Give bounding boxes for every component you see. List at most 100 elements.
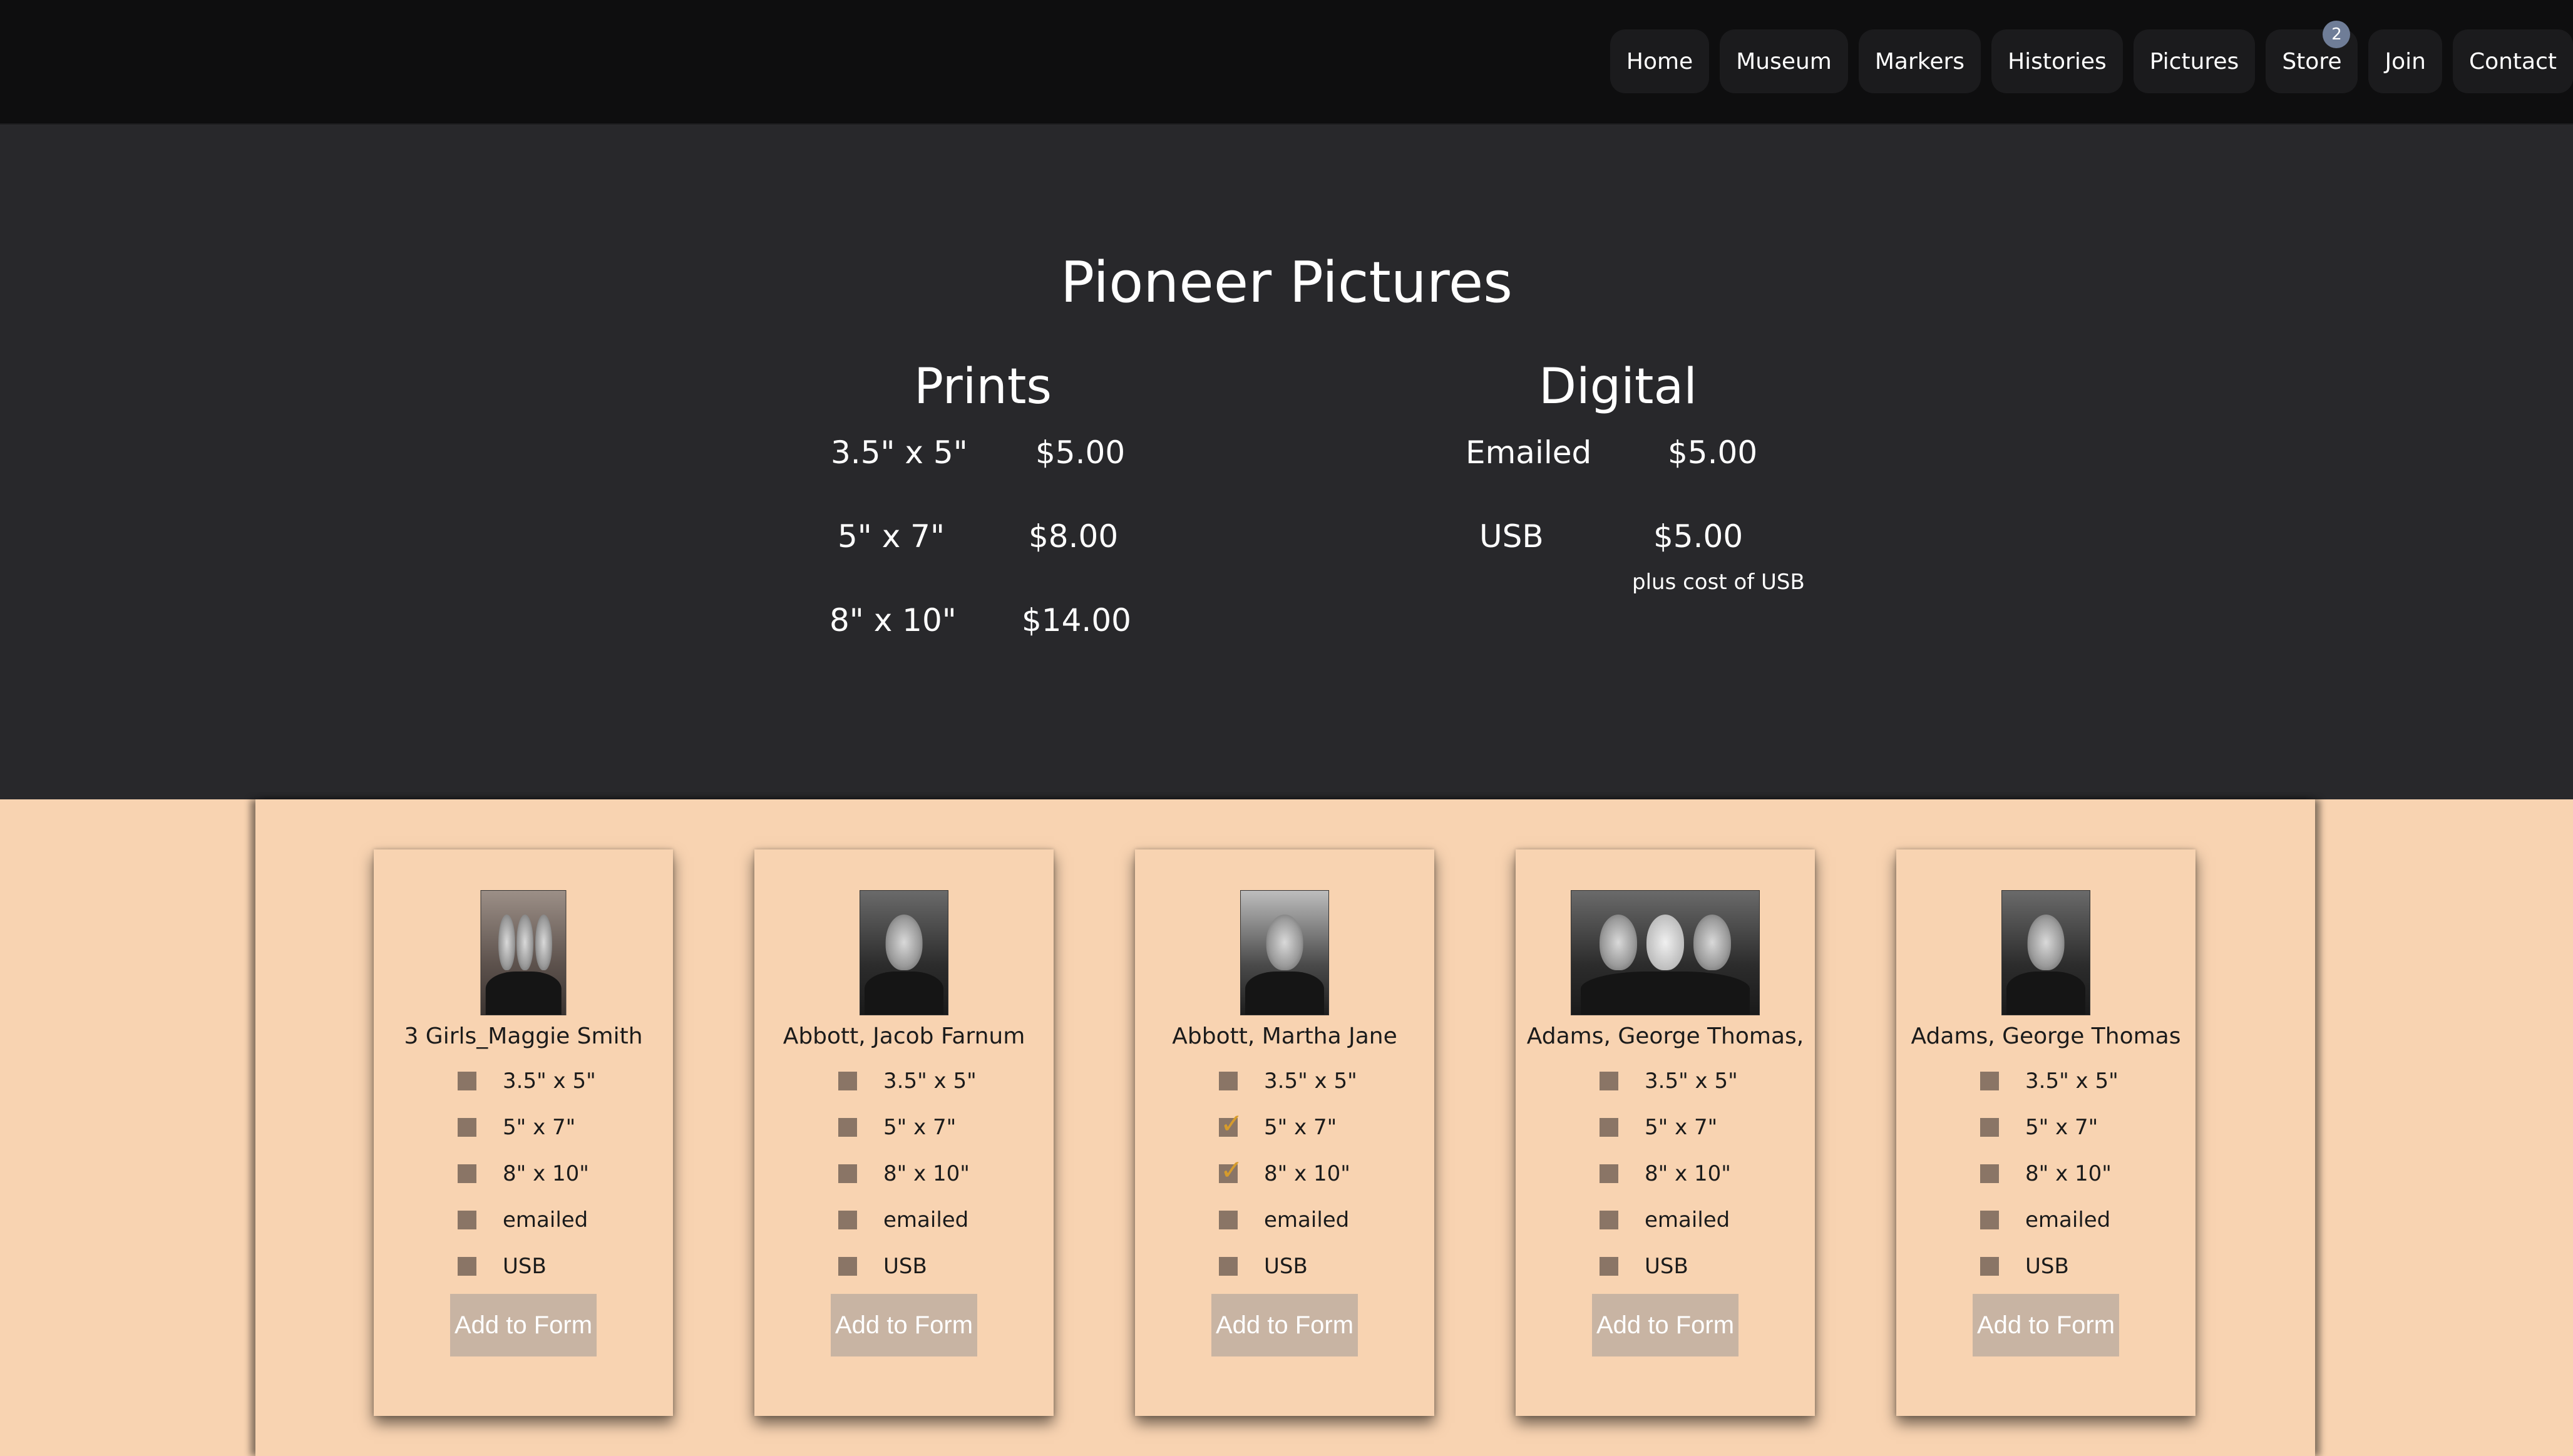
picture-thumbnail[interactable] <box>480 890 567 1015</box>
add-to-form-button[interactable]: Add to Form <box>1211 1294 1358 1356</box>
option-label: emailed <box>883 1207 969 1233</box>
option-5x7[interactable]: 5" x 7" <box>1219 1104 1357 1151</box>
checkbox[interactable] <box>1600 1211 1618 1229</box>
picture-thumbnail[interactable] <box>1240 890 1329 1015</box>
checkbox[interactable] <box>1219 1154 1243 1186</box>
checkbox[interactable] <box>1219 1211 1238 1229</box>
option-label: USB <box>1264 1254 1308 1279</box>
option-emailed[interactable]: emailed <box>838 1197 977 1243</box>
option-label: 8" x 10" <box>503 1161 589 1186</box>
option-3.5x5[interactable]: 3.5" x 5" <box>1980 1058 2118 1104</box>
digital-type: USB <box>1479 518 1544 555</box>
nav-home[interactable]: Home <box>1610 29 1710 93</box>
option-emailed[interactable]: emailed <box>458 1197 596 1243</box>
option-emailed[interactable]: emailed <box>1980 1197 2118 1243</box>
add-to-form-button[interactable]: Add to Form <box>1973 1294 2119 1356</box>
picture-thumbnail[interactable] <box>2001 890 2090 1015</box>
option-5x7[interactable]: 5" x 7" <box>1980 1104 2118 1151</box>
option-list: 3.5" x 5" 5" x 7" 8" x 10" emailed USB <box>458 1058 596 1289</box>
picture-card: Adams, George Thomas 3.5" x 5" 5" x 7" 8… <box>1896 849 2196 1416</box>
nav-store[interactable]: Store 2 <box>2266 21 2358 93</box>
checkbox[interactable] <box>838 1257 857 1276</box>
add-to-form-button[interactable]: Add to Form <box>450 1294 597 1356</box>
option-3.5x5[interactable]: 3.5" x 5" <box>838 1058 977 1104</box>
option-label: 8" x 10" <box>2025 1161 2112 1186</box>
prints-heading: Prints <box>914 359 1052 415</box>
checkbox[interactable] <box>838 1072 857 1090</box>
checkbox[interactable] <box>458 1211 476 1229</box>
nav-join[interactable]: Join <box>2368 29 2442 93</box>
option-label: emailed <box>2025 1207 2111 1233</box>
picture-thumbnail[interactable] <box>860 890 948 1015</box>
checkbox[interactable] <box>458 1257 476 1276</box>
checkbox[interactable] <box>838 1211 857 1229</box>
option-usb[interactable]: USB <box>838 1243 977 1289</box>
nav-histories[interactable]: Histories <box>1991 29 2123 93</box>
checkbox[interactable] <box>1600 1257 1618 1276</box>
option-5x7[interactable]: 5" x 7" <box>458 1104 596 1151</box>
top-nav-bar: Home Museum Markers Histories Pictures S… <box>0 0 2573 125</box>
option-usb[interactable]: USB <box>1600 1243 1738 1289</box>
print-price: $14.00 <box>1022 602 1131 638</box>
option-8x10[interactable]: 8" x 10" <box>1600 1151 1738 1197</box>
picture-card: Adams, George Thomas, 3.5" x 5" 5" x 7" … <box>1516 849 1815 1416</box>
picture-card: 3 Girls_Maggie Smith 3.5" x 5" 5" x 7" 8… <box>374 849 673 1416</box>
option-8x10[interactable]: 8" x 10" <box>1980 1151 2118 1197</box>
checkbox[interactable] <box>1600 1072 1618 1090</box>
checkbox[interactable] <box>1219 1257 1238 1276</box>
option-8x10[interactable]: 8" x 10" <box>838 1151 977 1197</box>
pictures-grid: 3 Girls_Maggie Smith 3.5" x 5" 5" x 7" 8… <box>255 799 2315 1456</box>
checkbox[interactable] <box>1980 1072 1999 1090</box>
checkbox[interactable] <box>838 1118 857 1137</box>
pricing-hero: Pioneer Pictures Prints 3.5" x 5" $5.00 … <box>0 125 2573 799</box>
option-emailed[interactable]: emailed <box>1600 1197 1738 1243</box>
option-5x7[interactable]: 5" x 7" <box>838 1104 977 1151</box>
picture-name: Abbott, Jacob Farnum <box>783 1023 1025 1049</box>
picture-card: Abbott, Jacob Farnum 3.5" x 5" 5" x 7" 8… <box>754 849 1054 1416</box>
option-usb[interactable]: USB <box>1219 1243 1357 1289</box>
option-label: 5" x 7" <box>1264 1115 1337 1140</box>
option-label: 8" x 10" <box>883 1161 970 1186</box>
digital-price: $5.00 <box>1668 434 1758 471</box>
checkbox[interactable] <box>1219 1072 1238 1090</box>
add-to-form-button[interactable]: Add to Form <box>831 1294 977 1356</box>
nav-contact[interactable]: Contact <box>2452 29 2573 93</box>
option-label: emailed <box>1264 1207 1350 1233</box>
picture-name: Abbott, Martha Jane <box>1172 1023 1397 1049</box>
checkbox[interactable] <box>1600 1118 1618 1137</box>
option-label: emailed <box>1645 1207 1730 1233</box>
checkbox[interactable] <box>1980 1257 1999 1276</box>
store-cart-badge: 2 <box>2323 21 2351 48</box>
digital-type: Emailed <box>1466 434 1592 471</box>
checkbox[interactable] <box>1600 1164 1618 1183</box>
option-3.5x5[interactable]: 3.5" x 5" <box>1600 1058 1738 1104</box>
option-label: 8" x 10" <box>1645 1161 1731 1186</box>
nav-museum[interactable]: Museum <box>1720 29 1848 93</box>
print-size: 3.5" x 5" <box>831 434 968 471</box>
checkbox[interactable] <box>1980 1164 1999 1183</box>
checkbox[interactable] <box>1980 1211 1999 1229</box>
print-price: $8.00 <box>1029 518 1119 555</box>
checkbox[interactable] <box>458 1164 476 1183</box>
picture-name: 3 Girls_Maggie Smith <box>404 1023 643 1049</box>
picture-thumbnail[interactable] <box>1571 890 1760 1015</box>
checkbox[interactable] <box>1980 1118 1999 1137</box>
option-emailed[interactable]: emailed <box>1219 1197 1357 1243</box>
add-to-form-button[interactable]: Add to Form <box>1592 1294 1738 1356</box>
option-usb[interactable]: USB <box>1980 1243 2118 1289</box>
picture-name: Adams, George Thomas, <box>1526 1023 1804 1049</box>
option-3.5x5[interactable]: 3.5" x 5" <box>458 1058 596 1104</box>
checkbox[interactable] <box>838 1164 857 1183</box>
checkbox[interactable] <box>458 1118 476 1137</box>
option-label: 3.5" x 5" <box>1645 1069 1738 1094</box>
option-label: 3.5" x 5" <box>2025 1069 2118 1094</box>
option-8x10[interactable]: 8" x 10" <box>1219 1151 1357 1197</box>
nav-markers[interactable]: Markers <box>1858 29 1981 93</box>
checkbox[interactable] <box>1219 1108 1243 1140</box>
checkbox[interactable] <box>458 1072 476 1090</box>
option-8x10[interactable]: 8" x 10" <box>458 1151 596 1197</box>
nav-pictures[interactable]: Pictures <box>2133 29 2256 93</box>
option-5x7[interactable]: 5" x 7" <box>1600 1104 1738 1151</box>
option-3.5x5[interactable]: 3.5" x 5" <box>1219 1058 1357 1104</box>
option-usb[interactable]: USB <box>458 1243 596 1289</box>
